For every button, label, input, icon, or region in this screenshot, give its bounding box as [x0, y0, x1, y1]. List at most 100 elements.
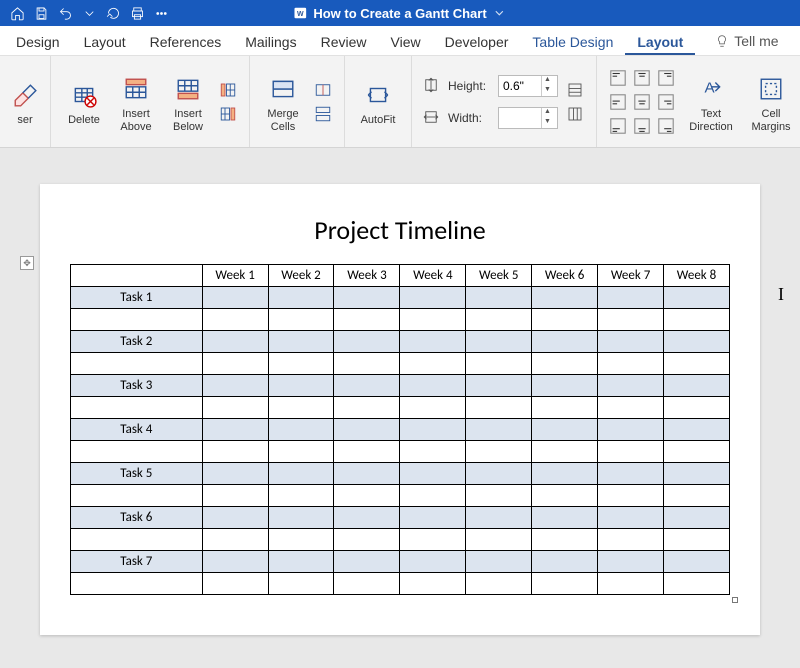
task-cell[interactable] — [466, 551, 532, 573]
task-cell[interactable] — [466, 419, 532, 441]
task-cell[interactable] — [202, 375, 268, 397]
task-cell[interactable] — [400, 507, 466, 529]
task-cell[interactable] — [268, 331, 334, 353]
task-label-cell[interactable]: Task 7 — [71, 551, 203, 573]
blank-cell[interactable] — [268, 397, 334, 419]
blank-cell[interactable] — [334, 573, 400, 595]
blank-cell[interactable] — [664, 441, 730, 463]
split-table-button[interactable] — [312, 103, 334, 125]
task-cell[interactable] — [532, 551, 598, 573]
blank-cell[interactable] — [664, 573, 730, 595]
task-band-row[interactable]: Task 6 — [71, 507, 730, 529]
align-top-left[interactable] — [607, 67, 629, 89]
blank-cell[interactable] — [268, 529, 334, 551]
blank-cell[interactable] — [598, 353, 664, 375]
blank-cell[interactable] — [202, 397, 268, 419]
task-band-row[interactable]: Task 1 — [71, 287, 730, 309]
task-cell[interactable] — [202, 551, 268, 573]
blank-cell[interactable] — [71, 485, 203, 507]
task-blank-row[interactable] — [71, 309, 730, 331]
week-header[interactable]: Week 7 — [598, 265, 664, 287]
task-cell[interactable] — [532, 287, 598, 309]
task-cell[interactable] — [202, 331, 268, 353]
blank-cell[interactable] — [202, 573, 268, 595]
tab-references[interactable]: References — [138, 28, 234, 55]
task-cell[interactable] — [532, 419, 598, 441]
task-cell[interactable] — [466, 375, 532, 397]
blank-cell[interactable] — [598, 573, 664, 595]
corner-cell[interactable] — [71, 265, 203, 287]
blank-cell[interactable] — [598, 529, 664, 551]
task-band-row[interactable]: Task 4 — [71, 419, 730, 441]
task-cell[interactable] — [400, 463, 466, 485]
document-heading[interactable]: Project Timeline — [40, 214, 760, 246]
blank-cell[interactable] — [598, 397, 664, 419]
blank-cell[interactable] — [202, 485, 268, 507]
blank-cell[interactable] — [532, 485, 598, 507]
blank-cell[interactable] — [268, 353, 334, 375]
task-cell[interactable] — [268, 551, 334, 573]
task-cell[interactable] — [532, 375, 598, 397]
task-cell[interactable] — [400, 331, 466, 353]
task-blank-row[interactable] — [71, 573, 730, 595]
task-cell[interactable] — [598, 419, 664, 441]
distribute-cols-button[interactable] — [564, 103, 586, 125]
qat-more-icon[interactable] — [150, 2, 172, 24]
delete-button[interactable]: Delete — [61, 76, 107, 126]
blank-cell[interactable] — [268, 573, 334, 595]
insert-above-button[interactable]: Insert Above — [113, 70, 159, 132]
task-cell[interactable] — [664, 463, 730, 485]
task-cell[interactable] — [466, 287, 532, 309]
blank-cell[interactable] — [71, 573, 203, 595]
blank-cell[interactable] — [400, 397, 466, 419]
task-band-row[interactable]: Task 5 — [71, 463, 730, 485]
blank-cell[interactable] — [71, 441, 203, 463]
blank-cell[interactable] — [71, 353, 203, 375]
blank-cell[interactable] — [532, 529, 598, 551]
blank-cell[interactable] — [202, 353, 268, 375]
week-header[interactable]: Week 8 — [664, 265, 730, 287]
task-cell[interactable] — [334, 331, 400, 353]
task-cell[interactable] — [268, 375, 334, 397]
insert-left-button[interactable] — [217, 79, 239, 101]
width-up[interactable]: ▲ — [542, 108, 553, 118]
task-label-cell[interactable]: Task 5 — [71, 463, 203, 485]
blank-cell[interactable] — [532, 353, 598, 375]
task-cell[interactable] — [664, 287, 730, 309]
blank-cell[interactable] — [664, 529, 730, 551]
merge-cells-button[interactable]: Merge Cells — [260, 70, 306, 132]
autofit-button[interactable]: AutoFit — [355, 76, 401, 126]
week-header[interactable]: Week 4 — [400, 265, 466, 287]
week-header[interactable]: Week 5 — [466, 265, 532, 287]
blank-cell[interactable] — [202, 309, 268, 331]
blank-cell[interactable] — [466, 353, 532, 375]
blank-cell[interactable] — [400, 573, 466, 595]
blank-cell[interactable] — [598, 441, 664, 463]
blank-cell[interactable] — [466, 573, 532, 595]
blank-cell[interactable] — [664, 353, 730, 375]
task-cell[interactable] — [268, 507, 334, 529]
blank-cell[interactable] — [334, 397, 400, 419]
blank-cell[interactable] — [334, 529, 400, 551]
blank-cell[interactable] — [71, 397, 203, 419]
week-header[interactable]: Week 6 — [532, 265, 598, 287]
blank-cell[interactable] — [400, 485, 466, 507]
undo-chevron-icon[interactable] — [78, 2, 100, 24]
align-bot-left[interactable] — [607, 115, 629, 137]
task-blank-row[interactable] — [71, 353, 730, 375]
blank-cell[interactable] — [664, 309, 730, 331]
blank-cell[interactable] — [664, 397, 730, 419]
task-cell[interactable] — [532, 507, 598, 529]
align-top-center[interactable] — [631, 67, 653, 89]
task-band-row[interactable]: Task 7 — [71, 551, 730, 573]
blank-cell[interactable] — [71, 309, 203, 331]
blank-cell[interactable] — [466, 529, 532, 551]
cell-margins-button[interactable]: Cell Margins — [745, 70, 797, 132]
blank-cell[interactable] — [71, 529, 203, 551]
table-resize-handle[interactable] — [732, 597, 738, 603]
task-blank-row[interactable] — [71, 485, 730, 507]
document-area[interactable]: ✥ Project Timeline Week 1Week 2Week 3Wee… — [0, 148, 800, 668]
task-cell[interactable] — [202, 419, 268, 441]
task-cell[interactable] — [532, 331, 598, 353]
blank-cell[interactable] — [466, 441, 532, 463]
